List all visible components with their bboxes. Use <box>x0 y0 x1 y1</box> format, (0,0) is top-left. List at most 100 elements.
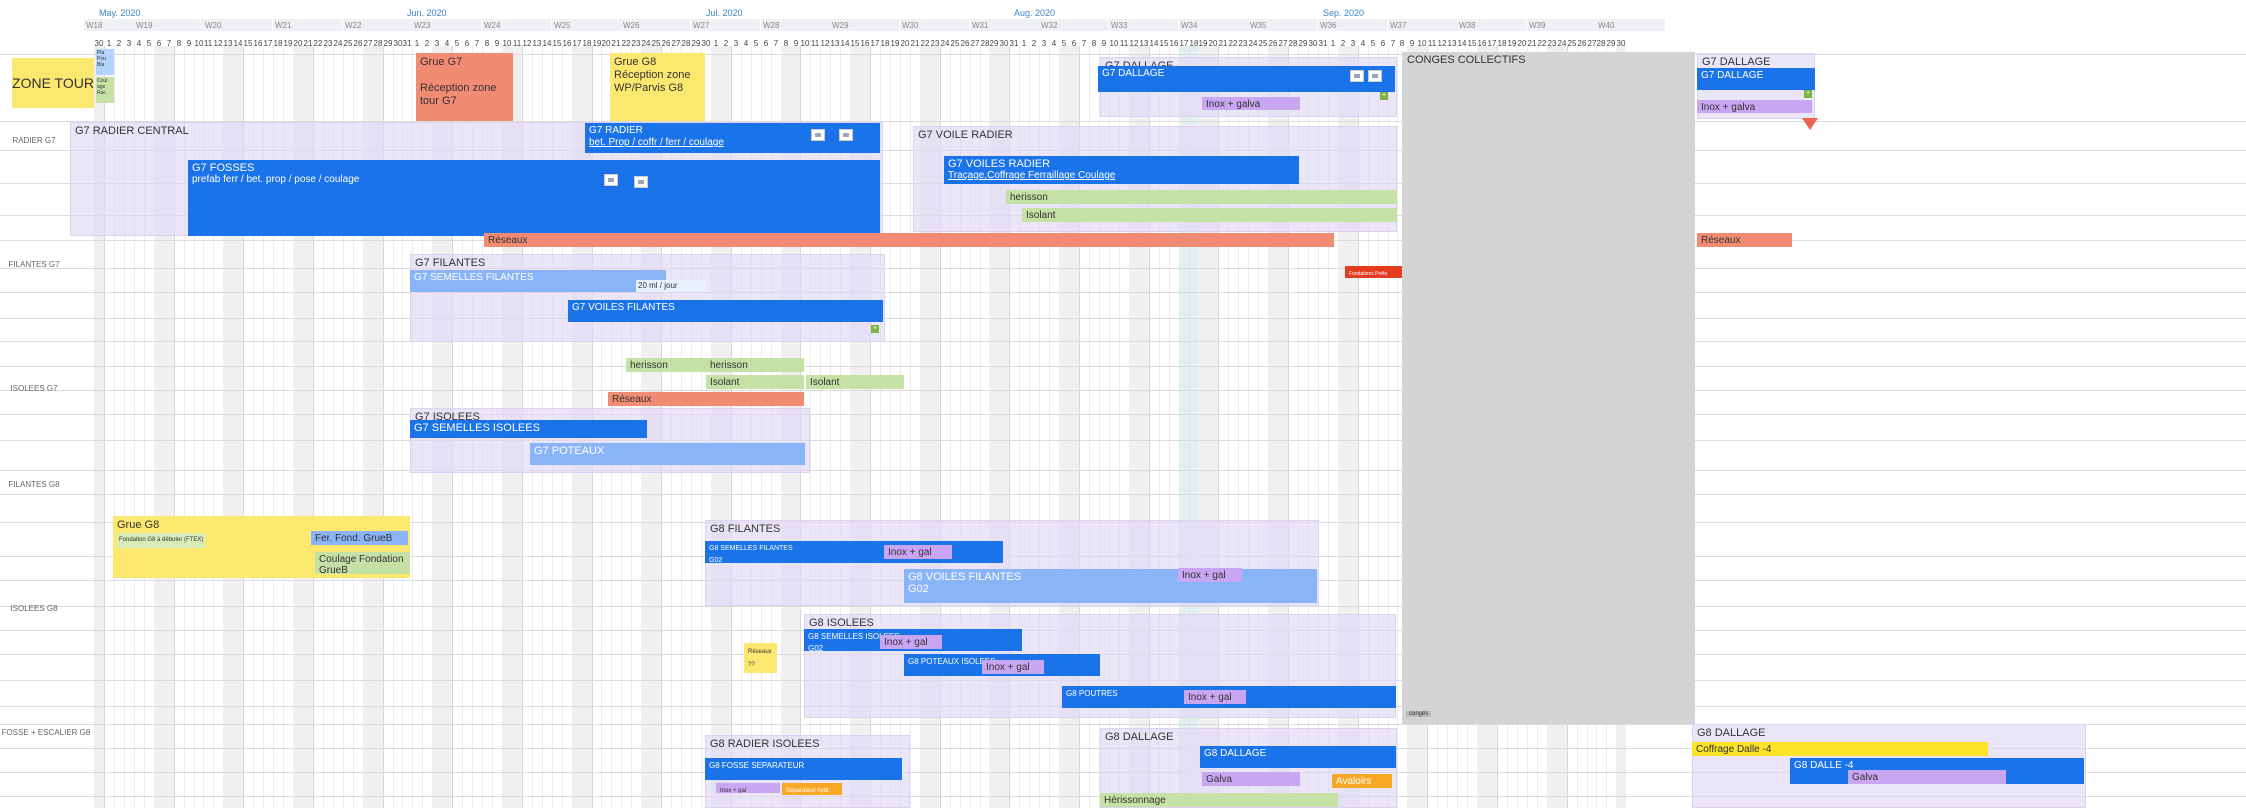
day-number: 21 <box>1527 39 1537 48</box>
day-number: 23 <box>631 39 641 48</box>
day-number: 9 <box>494 39 500 48</box>
grue-g7-desc: Réception zone tour G7 <box>420 82 497 107</box>
day-number: 29 <box>1298 39 1308 48</box>
day-number: 4 <box>1360 39 1366 48</box>
thumbnail-icon <box>839 129 853 141</box>
day-number: 14 <box>542 39 552 48</box>
inox-galva-task[interactable]: Inox + galva <box>1202 97 1300 110</box>
herisson-a-task[interactable]: herisson <box>626 358 706 372</box>
day-number: 18 <box>582 39 592 48</box>
g8-isolees-label: G8 ISOLEES <box>809 617 874 629</box>
add-icon[interactable]: + <box>871 325 879 333</box>
conges-collectifs-block[interactable]: CONGES COLLECTIFS congés <box>1402 52 1695 724</box>
thumbnail-icon <box>1368 70 1382 82</box>
inox-gal-4-task[interactable]: Inox + gal <box>982 660 1044 674</box>
day-number: 22 <box>621 39 631 48</box>
g8-dallage-bar[interactable]: G8 DALLAGE <box>1200 746 1396 768</box>
zone-tour-note[interactable]: ZONE TOUR <box>12 58 94 108</box>
g7-radier-task[interactable]: G7 RADIER bet. Prop / coffr / ferr / cou… <box>585 123 880 153</box>
week-label: W19 <box>136 21 153 30</box>
g7-semelles-filantes-task[interactable]: G7 SEMELLES FILANTES <box>410 270 666 292</box>
g7-semelles-isolees-task[interactable]: G7 SEMELLES ISOLEES <box>410 420 647 438</box>
herissonnage-task[interactable]: Hérissonnage <box>1100 793 1338 807</box>
day-number: 13 <box>830 39 840 48</box>
g8-semelles-filantes-task[interactable]: G8 SEMELLES FILANTES G02 <box>705 541 1003 563</box>
g8-voiles-filantes-task[interactable]: G8 VOILES FILANTES G02 <box>904 569 1317 603</box>
grid-row-line <box>0 292 2246 293</box>
add-icon[interactable]: + <box>1380 92 1388 100</box>
day-number: 16 <box>253 39 263 48</box>
day-number: 16 <box>1477 39 1487 48</box>
sticky-note-blue[interactable]: Pla Pou Bla <box>96 49 114 75</box>
grid-row-line <box>0 494 2246 495</box>
day-number: 3 <box>733 39 739 48</box>
day-number: 19 <box>1198 39 1208 48</box>
week-label: W39 <box>1529 21 1546 30</box>
fer-fond-grueb-task[interactable]: Fer. Fond. GrueB <box>311 531 408 545</box>
day-number: 13 <box>1447 39 1457 48</box>
separateur-task[interactable]: Séparateur hydr. <box>782 783 842 795</box>
sticky-note-green[interactable]: Coul age Rac <box>96 77 114 103</box>
inox-gal-2-task[interactable]: Inox + gal <box>1178 568 1242 582</box>
herisson-task[interactable]: herisson <box>1006 190 1397 204</box>
g7-voiles-radier-task[interactable]: G7 VOILES RADIER Traçage,Coffrage Ferrai… <box>944 156 1299 184</box>
day-number: 15 <box>243 39 253 48</box>
grue-g8-top-note[interactable]: Grue G8 Réception zone WP/Parvis G8 <box>610 53 705 121</box>
g7-filantes-group[interactable]: G7 FILANTES <box>410 254 885 342</box>
avaloirs-task[interactable]: Avaloirs <box>1332 774 1392 788</box>
day-number: 22 <box>313 39 323 48</box>
week-label: W30 <box>902 21 919 30</box>
g7-poteaux-task[interactable]: G7 POTEAUX <box>530 443 805 465</box>
day-number: 6 <box>1380 39 1386 48</box>
ml-jour-label[interactable]: 20 ml / jour <box>636 280 706 292</box>
galva-right-task[interactable]: Galva <box>1848 770 2006 784</box>
herisson-b-task[interactable]: herisson <box>706 358 804 372</box>
day-number: 6 <box>156 39 162 48</box>
day-number: 30 <box>1616 39 1626 48</box>
coulage-fondation-grueb-task[interactable]: Coulage Fondation GrueB <box>315 552 410 574</box>
grid-row-line <box>0 414 2246 415</box>
grue-g7-note[interactable]: Grue G7 Réception zone tour G7 <box>416 53 513 121</box>
isolant-a-task[interactable]: Isolant <box>706 375 804 389</box>
galva-task[interactable]: Galva <box>1202 772 1300 786</box>
milestone-marker-icon[interactable] <box>1802 118 1818 130</box>
reseaux-mid-task[interactable]: Réseaux <box>608 392 804 406</box>
g7-radier-sub: bet. Prop / coffr / ferr / coulage <box>589 137 724 148</box>
inox-gal-5-task[interactable]: Inox + gal <box>1184 690 1246 704</box>
day-number: 28 <box>1596 39 1606 48</box>
g8-semelles-filantes-label: G8 SEMELLES FILANTES <box>709 545 793 552</box>
day-number: 25 <box>651 39 661 48</box>
inox-galva-right-task[interactable]: Inox + galva <box>1697 100 1812 113</box>
g7-dallage-bar[interactable]: G7 DALLAGE <box>1098 66 1395 92</box>
fondations-prefa-task[interactable]: Fondations Préfa <box>1345 266 1402 278</box>
day-number: 18 <box>880 39 890 48</box>
add-icon[interactable]: + <box>1804 90 1812 98</box>
day-number: 5 <box>1370 39 1376 48</box>
day-number: 16 <box>1169 39 1179 48</box>
day-number: 9 <box>1101 39 1107 48</box>
inox-gal-1-task[interactable]: Inox + gal <box>884 545 952 559</box>
grid-row-line <box>0 341 2246 342</box>
inox-gal-6-task[interactable]: Inox + gal <box>716 783 780 793</box>
day-number: 22 <box>1228 39 1238 48</box>
day-number: 20 <box>900 39 910 48</box>
inox-gal-3-task[interactable]: Inox + gal <box>880 635 942 649</box>
reseaux-task[interactable]: Réseaux <box>484 233 1334 247</box>
reseaux-question-note[interactable]: Réseaux ?? <box>744 643 777 673</box>
day-number: 24 <box>641 39 651 48</box>
g7-fosses-task[interactable]: G7 FOSSES prefab ferr / bet. prop / pose… <box>188 160 880 236</box>
g7-dallage-bar-right[interactable]: G7 DALLAGE <box>1697 68 1815 90</box>
g7-voiles-radier-label: G7 VOILES RADIER <box>948 158 1051 170</box>
day-number: 26 <box>661 39 671 48</box>
isolant-task[interactable]: Isolant <box>1022 208 1397 222</box>
isolant-b-task[interactable]: Isolant <box>806 375 904 389</box>
day-number: 7 <box>474 39 480 48</box>
g7-voiles-filantes-task[interactable]: G7 VOILES FILANTES <box>568 300 883 322</box>
day-number: 24 <box>333 39 343 48</box>
reseaux-right-task[interactable]: Réseaux <box>1697 233 1792 247</box>
g8-radier-isolees-label: G8 RADIER ISOLEES <box>710 738 820 750</box>
coffrage-dalle-task[interactable]: Coffrage Dalle -4 <box>1692 742 1988 756</box>
g8-fosse-separateur-task[interactable]: G8 FOSSE SEPARATEUR <box>705 758 902 780</box>
g8-filantes-label: G8 FILANTES <box>710 523 781 535</box>
week-label: W35 <box>1250 21 1267 30</box>
